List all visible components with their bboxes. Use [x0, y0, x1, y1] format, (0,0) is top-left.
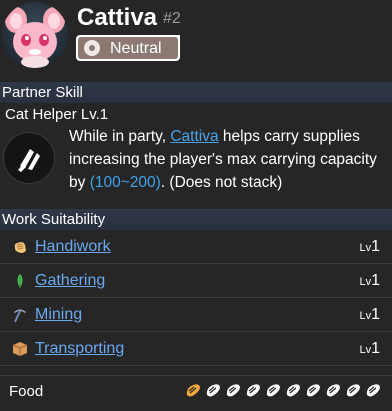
skill-desc-suffix: . (Does not stack)	[160, 174, 283, 191]
work-row-transporting: Transporting Lv1	[0, 332, 392, 366]
neutral-element-icon	[84, 40, 100, 56]
food-empty-icon	[346, 384, 360, 397]
level-prefix: Lv	[359, 242, 372, 254]
pal-name: Cattiva	[77, 4, 158, 31]
work-row-handiwork: Handiwork Lv1	[0, 230, 392, 264]
partner-skill-icon	[3, 132, 55, 184]
work-row-mining: Mining Lv1	[0, 298, 392, 332]
food-empty-icon	[286, 384, 300, 397]
food-label: Food	[9, 383, 44, 400]
feather-carry-icon	[18, 149, 40, 172]
level-prefix: Lv	[359, 344, 372, 356]
work-label-gathering[interactable]: Gathering	[35, 271, 105, 291]
food-row: Food	[0, 375, 392, 411]
level-value: 1	[371, 272, 380, 289]
food-empty-icon	[266, 384, 280, 397]
work-level-transporting: Lv1	[359, 338, 380, 361]
work-label-mining[interactable]: Mining	[35, 305, 82, 325]
cattiva-link[interactable]: Cattiva	[170, 128, 218, 145]
hand-icon	[14, 242, 26, 253]
level-prefix: Lv	[359, 310, 372, 322]
level-value: 1	[371, 340, 380, 357]
pickaxe-icon	[14, 309, 26, 323]
carry-capacity-value: (100~200)	[89, 174, 161, 191]
pal-header: Cattiva #2 Neutral	[0, 0, 392, 82]
cattiva-portrait-icon	[5, 7, 65, 68]
pal-number: #2	[163, 10, 181, 27]
food-filled-icon	[186, 384, 200, 397]
work-level-gathering: Lv1	[359, 270, 380, 293]
food-empty-icon	[366, 384, 380, 397]
level-value: 1	[371, 238, 380, 255]
level-value: 1	[371, 306, 380, 323]
pal-avatar	[2, 2, 68, 68]
food-empty-icon	[246, 384, 260, 397]
skill-desc-prefix: While in party,	[69, 128, 171, 145]
partner-skill-description: While in party, Cattiva helps carry supp…	[69, 125, 389, 194]
box-icon	[12, 342, 28, 356]
work-label-handiwork[interactable]: Handiwork	[35, 237, 111, 257]
element-badge: Neutral	[76, 35, 180, 61]
work-suitability-heading: Work Suitability	[0, 209, 392, 230]
level-prefix: Lv	[359, 276, 372, 288]
work-level-mining: Lv1	[359, 304, 380, 327]
work-level-handiwork: Lv1	[359, 236, 380, 259]
food-empty-icon	[226, 384, 240, 397]
food-empty-icon	[326, 384, 340, 397]
food-empty-icon	[306, 384, 320, 397]
partner-skill-title: Cat Helper Lv.1	[5, 106, 109, 123]
leaf-icon	[17, 274, 23, 288]
work-row-gathering: Gathering Lv1	[0, 264, 392, 298]
food-empty-icon	[206, 384, 220, 397]
work-label-transporting[interactable]: Transporting	[35, 339, 124, 359]
partner-skill-heading: Partner Skill	[0, 82, 392, 103]
element-label: Neutral	[110, 40, 162, 57]
